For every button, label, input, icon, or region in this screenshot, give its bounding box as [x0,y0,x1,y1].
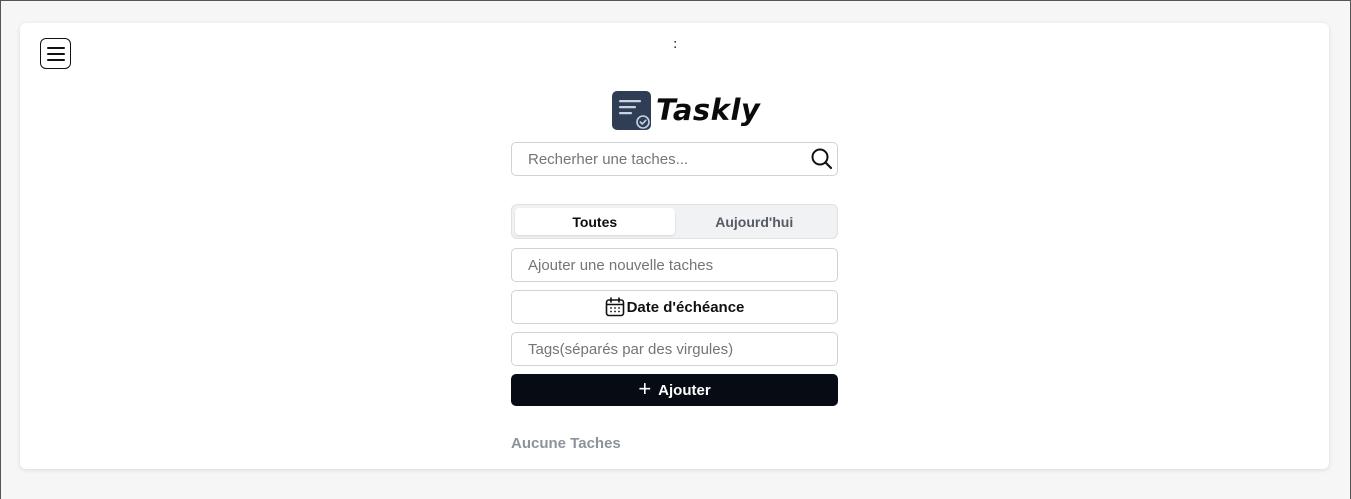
new-task-input[interactable] [511,248,838,282]
calendar-icon [605,297,624,317]
search-input[interactable] [511,142,838,176]
brand: Taskly [612,90,760,130]
hamburger-menu-icon [46,46,65,61]
taskly-logo-icon [612,90,651,130]
due-date-label: Date d'échéance [626,298,745,316]
search-box [511,142,838,176]
plus-icon: + [638,376,652,401]
add-task-button[interactable]: + Ajouter [511,374,838,406]
tab-today[interactable]: Aujourd'hui [675,208,835,235]
tab-all[interactable]: Toutes [515,208,675,235]
app-card: : Taskly Toutes Aujourd'hui [20,23,1329,469]
search-icon[interactable] [810,147,834,171]
menu-button[interactable] [40,38,71,69]
brand-name: Taskly [656,93,761,127]
add-task-label: Ajouter [658,381,711,399]
tags-input[interactable] [511,332,838,366]
filter-tabs: Toutes Aujourd'hui [511,204,838,239]
empty-tasks-message: Aucune Taches [511,435,621,452]
due-date-button[interactable]: Date d'échéance [511,290,838,324]
header-separator: : [673,37,678,52]
